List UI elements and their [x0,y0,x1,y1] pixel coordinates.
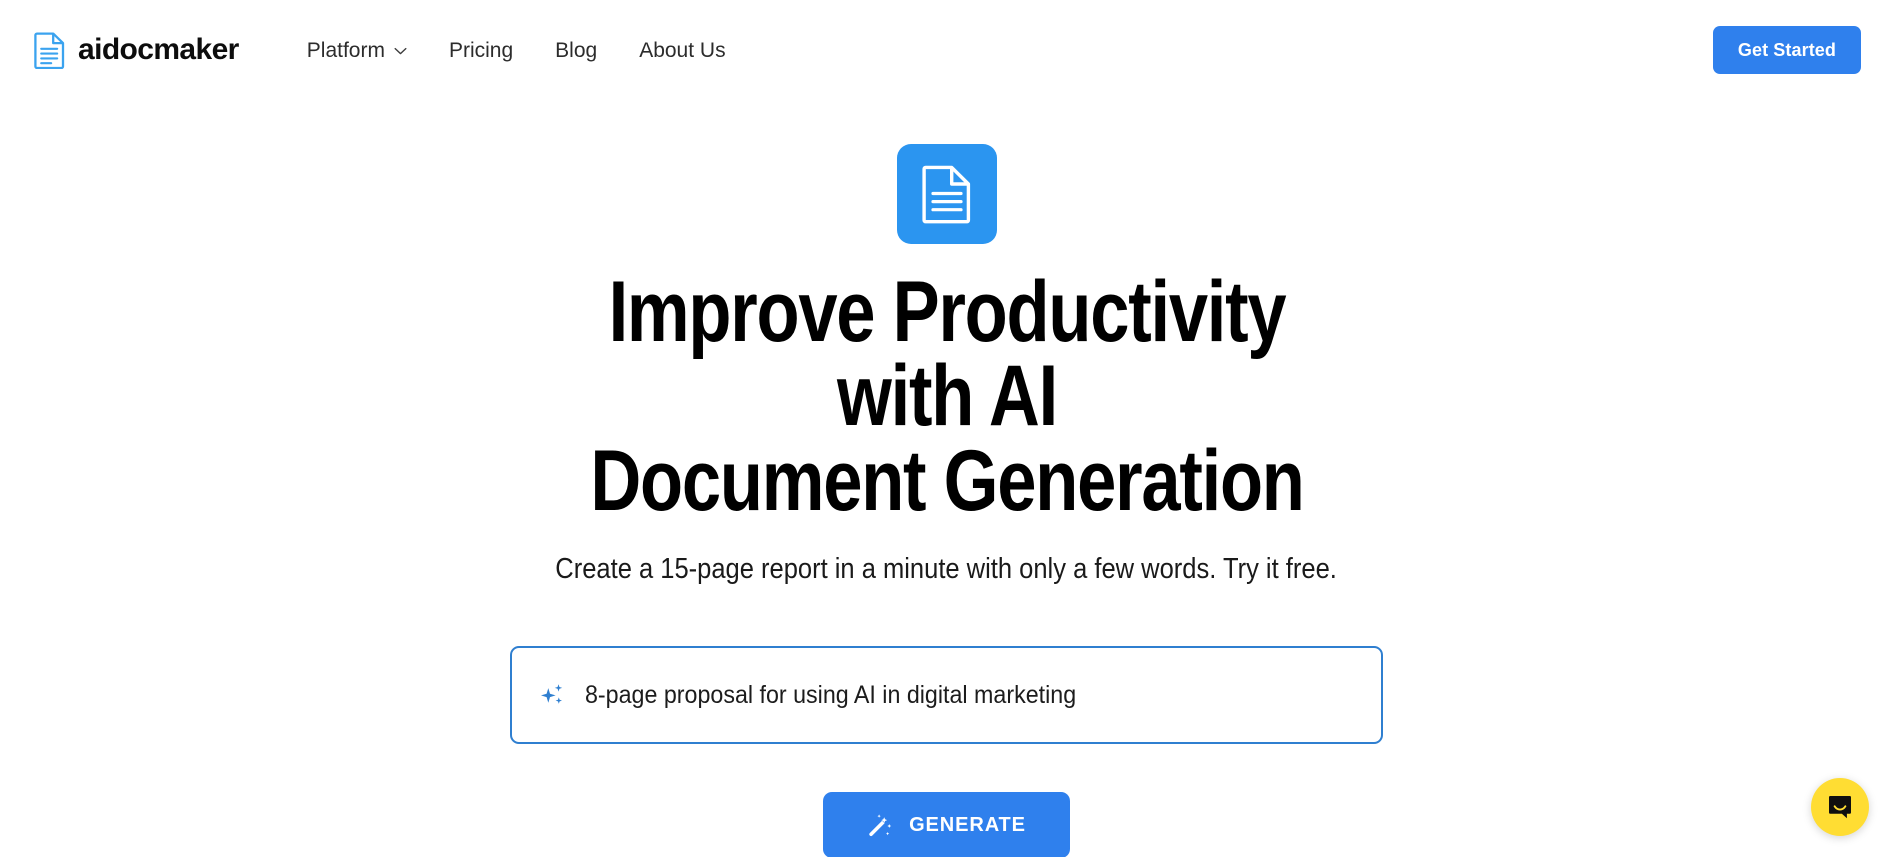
nav-item-pricing[interactable]: Pricing [428,30,534,71]
hero-section: Improve Productivity with AI Document Ge… [0,100,1893,857]
header-cta-container: Get Started [1712,26,1861,74]
hero-document-badge [896,144,997,244]
nav-item-label: Platform [306,38,385,62]
logo-document-icon [34,31,66,69]
hero-subtitle: Create a 15-page report in a minute with… [555,552,1338,585]
site-header: aidocmaker Platform Pricing Blog About U… [0,0,1893,100]
nav-item-label: Blog [555,38,598,62]
sparkle-ai-icon [539,682,566,709]
hero-document-icon [921,164,973,224]
nav-item-blog[interactable]: Blog [534,30,618,71]
prompt-input-value: 8-page proposal for using AI in digital … [585,682,1077,708]
chevron-down-icon [394,45,407,55]
magic-wand-icon [867,813,892,838]
brand-name: aidocmaker [78,33,239,66]
nav-item-platform[interactable]: Platform [286,30,428,71]
page-title-line-1: Improve Productivity with AI [608,264,1286,445]
generate-button[interactable]: GENERATE [823,792,1070,857]
nav-item-label: Pricing [448,38,514,62]
page-title-line-2: Document Generation [589,432,1305,529]
page-title: Improve Productivity with AI Document Ge… [537,269,1357,524]
chat-bubble-icon [1826,793,1854,821]
nav-item-about-us[interactable]: About Us [618,30,746,71]
nav-item-label: About Us [639,38,726,62]
generate-button-label: GENERATE [909,814,1026,837]
chat-launcher-button[interactable] [1811,778,1869,836]
main-navigation: Platform Pricing Blog About Us [286,30,747,71]
brand-logo-link[interactable]: aidocmaker [34,31,239,69]
prompt-input-field[interactable]: 8-page proposal for using AI in digital … [510,646,1383,745]
get-started-button[interactable]: Get Started [1712,26,1861,74]
